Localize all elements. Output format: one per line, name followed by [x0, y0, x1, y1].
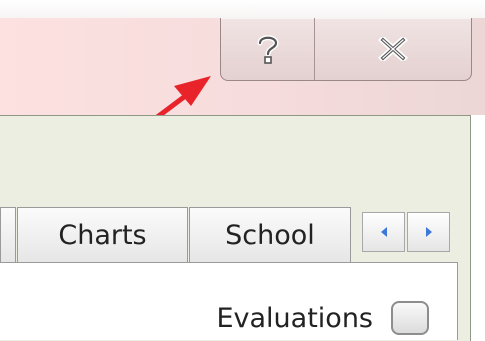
tab-scroll-buttons	[362, 212, 450, 252]
scroll-right-icon	[425, 227, 432, 237]
tab-school[interactable]: School	[189, 207, 351, 262]
tab-charts[interactable]: Charts	[17, 207, 188, 262]
evaluations-row: Evaluations	[216, 301, 429, 335]
tab-scroll-left-button[interactable]	[362, 212, 405, 252]
tab-scroll-right-button[interactable]	[407, 212, 450, 252]
tab-strip: Charts School	[0, 207, 470, 262]
evaluations-label: Evaluations	[216, 302, 373, 334]
tab-partial[interactable]	[0, 207, 16, 262]
evaluations-checkbox[interactable]	[391, 301, 429, 335]
tab-panel: Evaluations	[0, 262, 458, 340]
scroll-left-icon	[380, 227, 387, 237]
